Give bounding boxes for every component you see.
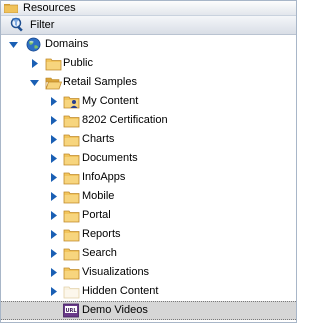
folder-open-icon: [45, 77, 62, 90]
folder-icon: [4, 4, 18, 13]
chevron-right-icon[interactable]: [49, 268, 58, 277]
tree-item-my-content[interactable]: My Content: [1, 92, 296, 111]
tree-item-label: Public: [63, 57, 93, 69]
folder-icon: [63, 115, 80, 128]
tree-item-charts[interactable]: Charts: [1, 130, 296, 149]
tree-item-label: Documents: [82, 152, 138, 164]
tree-item-label: Retail Samples: [63, 76, 137, 88]
tree-item-label: Search: [82, 247, 117, 259]
chevron-right-icon[interactable]: [49, 135, 58, 144]
chevron-right-icon[interactable]: [49, 97, 58, 106]
tree-item-label: Charts: [82, 133, 115, 145]
chevron-right-icon[interactable]: [49, 173, 58, 182]
tree-item-documents[interactable]: Documents: [1, 149, 296, 168]
tree-item-label: Portal: [82, 209, 111, 221]
folder-icon: [63, 191, 80, 204]
folder-icon: [63, 267, 80, 280]
tree-item-infoapps[interactable]: InfoApps: [1, 168, 296, 187]
folder-icon: [63, 134, 80, 147]
chevron-right-icon[interactable]: [49, 154, 58, 163]
tree-item-mobile[interactable]: Mobile: [1, 187, 296, 206]
hidden-folder-icon: [63, 286, 80, 299]
tree-item-label: InfoApps: [82, 171, 126, 183]
svg-text:URL: URL: [65, 308, 77, 314]
chevron-right-icon[interactable]: [49, 116, 58, 125]
tree-item-hidden-content[interactable]: Hidden Content: [1, 282, 296, 301]
tree-item-label: Demo Videos: [82, 304, 148, 316]
tree-item-visualizations[interactable]: Visualizations: [1, 263, 296, 282]
tree-item-label: Hidden Content: [82, 285, 159, 297]
folder-icon: [45, 58, 62, 71]
tree-item-portal[interactable]: Portal: [1, 206, 296, 225]
chevron-right-icon[interactable]: [49, 192, 58, 201]
chevron-down-icon[interactable]: [30, 78, 39, 87]
folder-icon: [63, 229, 80, 242]
chevron-right-icon[interactable]: [30, 59, 39, 68]
tree-item-domains[interactable]: Domains: [1, 35, 296, 54]
my-content-folder-icon: [63, 96, 80, 109]
folder-icon: [63, 248, 80, 261]
tree-item-label: Visualizations: [82, 266, 150, 278]
folder-icon: [63, 172, 80, 185]
tree-item-label: 8202 Certification: [82, 114, 168, 126]
chevron-right-icon[interactable]: [49, 287, 58, 296]
tree-item-search[interactable]: Search: [1, 244, 296, 263]
tree-item-public[interactable]: Public: [1, 54, 296, 73]
folder-icon: [63, 153, 80, 166]
filter-button[interactable]: Filter: [1, 16, 296, 35]
tree-item-demo-videos[interactable]: URL Demo Videos: [1, 301, 296, 320]
chevron-down-icon[interactable]: [9, 40, 18, 49]
tree-item-label: Mobile: [82, 190, 115, 202]
tree-item-retail-samples[interactable]: Retail Samples: [1, 73, 296, 92]
chevron-right-icon[interactable]: [49, 230, 58, 239]
resources-panel: Resources Filter Domains Public Retail S…: [0, 0, 297, 323]
url-link-icon: URL: [63, 303, 79, 318]
tree-item-label: Reports: [82, 228, 121, 240]
tree-item-label: Domains: [45, 38, 89, 50]
folder-icon: [63, 210, 80, 223]
resources-header: Resources: [1, 1, 296, 16]
resources-title: Resources: [23, 2, 76, 14]
tree-item-label: My Content: [82, 95, 139, 107]
filter-label: Filter: [30, 19, 55, 31]
chevron-right-icon[interactable]: [49, 249, 58, 258]
filter-icon: [10, 17, 23, 32]
tree-item-reports[interactable]: Reports: [1, 225, 296, 244]
chevron-right-icon[interactable]: [49, 211, 58, 220]
tree-item-8202-certification[interactable]: 8202 Certification: [1, 111, 296, 130]
globe-icon: [26, 37, 41, 52]
